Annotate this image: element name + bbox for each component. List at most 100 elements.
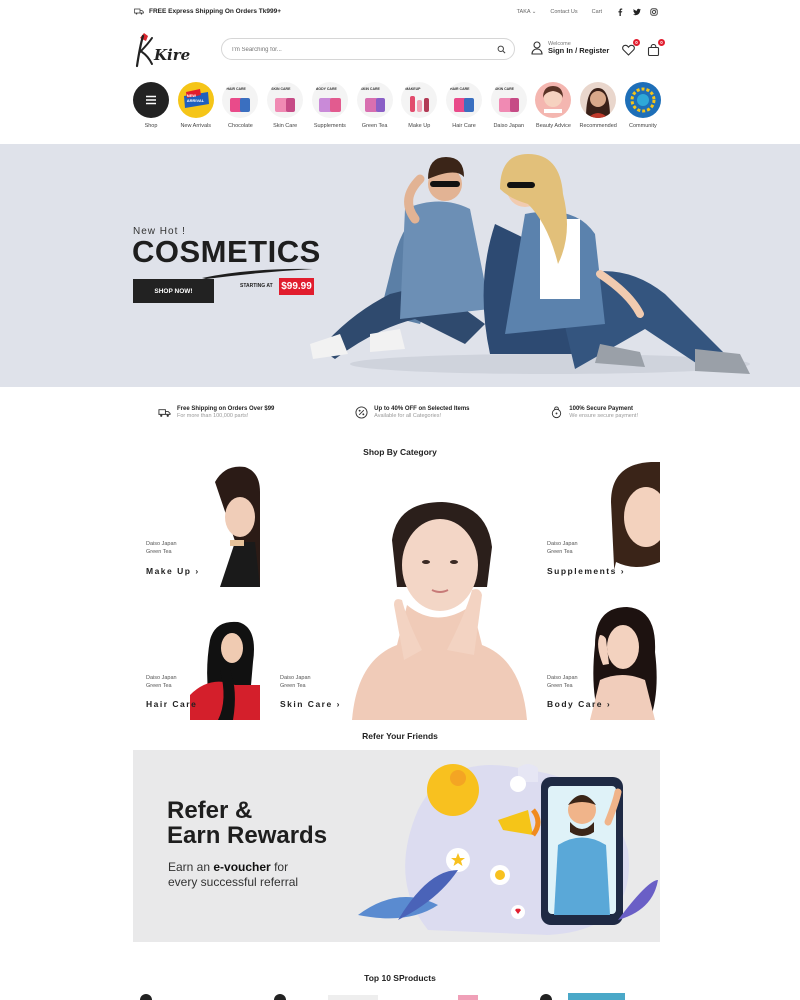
- chevron-right-icon: ›: [606, 699, 612, 709]
- account-link[interactable]: Welcome Sign In / Register: [531, 41, 609, 55]
- category-label: Recommended: [579, 123, 617, 129]
- category-label: Beauty Advice: [536, 123, 571, 129]
- category-image: HAIR CARE: [222, 82, 259, 118]
- search-icon[interactable]: [497, 45, 506, 54]
- top-bar: FREE Express Shipping On Orders Tk999+ T…: [0, 0, 800, 28]
- category-label: Shop: [144, 123, 158, 129]
- chevron-right-icon: ›: [195, 566, 200, 576]
- feature-title: 100% Secure Payment: [569, 406, 633, 412]
- tile-name-link[interactable]: Body Care ›: [547, 699, 611, 709]
- tile-subline: Green Tea: [146, 548, 172, 555]
- product-image: [329, 98, 341, 112]
- hero-title: COSMETICS: [132, 234, 321, 269]
- category-hair-care[interactable]: HAIR CARE Hair Care: [445, 82, 483, 129]
- recommended-image: [580, 82, 617, 118]
- tile-subline: Green Tea: [280, 682, 306, 689]
- svg-text:Kirei: Kirei: [153, 46, 190, 64]
- community-image: [624, 82, 661, 118]
- tile-brand: Daiso Japan: [146, 541, 177, 547]
- haircare-model-image: [190, 621, 260, 720]
- truck-icon: [158, 409, 171, 417]
- category-daiso-japan[interactable]: SKIN CARE Daiso Japan: [490, 82, 528, 129]
- tile-brand: Daiso Japan: [547, 541, 578, 547]
- category-tile-supplements[interactable]: Daiso Japan Green Tea Supplements ›: [540, 462, 660, 587]
- product-image: [509, 98, 519, 112]
- category-skin-care[interactable]: SKIN CARE Skin Care: [266, 82, 304, 129]
- tile-brand: Daiso Japan: [280, 675, 311, 681]
- instagram-icon[interactable]: [650, 8, 658, 16]
- tile-name-link[interactable]: Supplements ›: [547, 566, 625, 576]
- shop-now-button[interactable]: SHOP NOW!: [133, 279, 214, 303]
- tile-subline: Green Tea: [547, 682, 573, 689]
- category-tile-hair-care[interactable]: Daiso Japan Green Tea Hair Care: [140, 615, 260, 720]
- category-label: Skin Care: [273, 123, 298, 129]
- wishlist-count-badge: 0: [633, 39, 640, 46]
- discount-icon: [355, 406, 368, 419]
- hero-models-image: [310, 154, 750, 374]
- feature-title: Free Shipping on Orders Over $99: [177, 406, 275, 412]
- chevron-right-icon: ›: [620, 566, 626, 576]
- chevron-right-icon: ›: [336, 699, 341, 709]
- category-tile-body-care[interactable]: Daiso Japan Green Tea Body Care ›: [540, 600, 660, 720]
- tile-name-link[interactable]: Hair Care: [146, 699, 197, 709]
- refer-banner[interactable]: Refer & Earn Rewards Earn an e-voucher f…: [133, 750, 660, 942]
- category-image: MAKEUP: [401, 82, 438, 118]
- category-image: SKIN CARE: [490, 82, 527, 118]
- category-community[interactable]: Community: [624, 82, 662, 129]
- search-bar: [221, 38, 515, 60]
- currency-select[interactable]: TAKA ⌄: [517, 9, 537, 15]
- category-supplements[interactable]: BODY CARE Supplements: [311, 82, 349, 129]
- top-products-title: Top 10 SProducts: [364, 973, 436, 983]
- lock-icon: [552, 406, 562, 419]
- wishlist-button[interactable]: 0: [622, 39, 640, 56]
- category-label: Supplements: [313, 123, 346, 129]
- cart-link[interactable]: Cart: [592, 9, 602, 15]
- category-image: HAIR CARE: [446, 82, 483, 118]
- product-image: [417, 100, 423, 112]
- tile-name-link[interactable]: Skin Care ›: [280, 699, 341, 709]
- shop-by-category-title: Shop By Category: [363, 447, 437, 457]
- product-image: [424, 98, 430, 112]
- category-beauty-advice[interactable]: Beauty Advice: [534, 82, 572, 129]
- category-label: Chocolate: [228, 123, 253, 129]
- category-green-tea[interactable]: SKIN CARE Green Tea: [356, 82, 394, 129]
- signin-register-link[interactable]: Sign In / Register: [548, 46, 609, 55]
- category-label: Community: [629, 123, 657, 129]
- search-input[interactable]: [232, 44, 482, 55]
- tile-name-link[interactable]: Make Up ›: [146, 566, 200, 576]
- twitter-icon[interactable]: [633, 8, 641, 16]
- category-label: Make Up: [408, 123, 431, 129]
- product-image: [286, 98, 296, 112]
- cart-count-badge: 0: [658, 39, 665, 46]
- category-label: Green Tea: [361, 123, 388, 129]
- kirei-logo[interactable]: Kirei: [134, 30, 190, 70]
- contact-link[interactable]: Contact Us: [550, 9, 577, 15]
- category-tile-skin-care[interactable]: Daiso Japan Green Tea Skin Care ›: [274, 615, 354, 720]
- category-image: SKIN CARE: [356, 82, 393, 118]
- menu-circle: [133, 82, 169, 118]
- category-chocolate[interactable]: HAIR CARE Chocolate: [221, 82, 259, 129]
- social-links: [616, 8, 658, 16]
- refer-subtext: Earn an e-voucher for every successful r…: [168, 860, 299, 889]
- starting-at-label: STARTING AT: [240, 283, 273, 289]
- tile-brand: Daiso Japan: [146, 675, 177, 681]
- facebook-icon[interactable]: [616, 8, 624, 16]
- beauty-advice-image: [535, 82, 572, 118]
- user-icon: [531, 41, 543, 55]
- category-tile-make-up[interactable]: Daiso Japan Green Tea Make Up ›: [140, 462, 260, 587]
- category-shop[interactable]: Shop: [132, 82, 170, 129]
- product-image: [410, 96, 416, 112]
- truck-icon: [134, 8, 144, 15]
- product-thumbnails-peek: [140, 993, 625, 1000]
- cart-button[interactable]: 0: [647, 39, 665, 57]
- category-image: BODY CARE: [311, 82, 348, 118]
- category-make-up[interactable]: MAKEUP Make Up: [400, 82, 438, 129]
- feature-subtitle: Available for all Categories!: [374, 413, 442, 419]
- woman-portrait-image: [586, 88, 611, 118]
- refer-headline: Refer & Earn Rewards: [167, 797, 328, 850]
- category-new-arrivals[interactable]: NEW ARRIVAL New Arrivals: [177, 82, 215, 129]
- product-image: [375, 98, 385, 112]
- new-arrival-circle: NEW ARRIVAL: [177, 82, 214, 118]
- category-recommended[interactable]: Recommended: [579, 82, 617, 129]
- feature-free-shipping: Free Shipping on Orders Over $99 For mor…: [158, 406, 274, 419]
